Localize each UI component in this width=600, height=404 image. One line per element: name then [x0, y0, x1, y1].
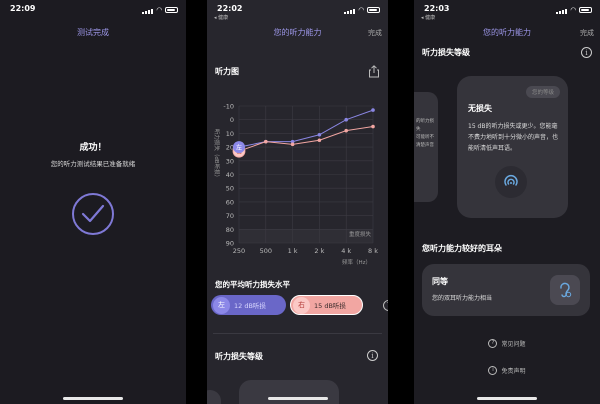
nav-title: 您的听力能力 — [483, 28, 531, 37]
phone-screen-test-complete: 22:09 ◠ 测试完成 成功！ 您的听力测试结果已准备就绪 — [0, 0, 186, 404]
x-tick-label: 250 — [233, 247, 245, 255]
phone-screen-hearing-ability: 22:02 ◂ 健康 ◠ 您的听力能力 完成 听力图 -10 0 10 20 30 40 5… — [207, 0, 388, 404]
nav-bar: 您的听力能力 完成 — [207, 22, 388, 44]
wifi-icon: ◠ — [156, 5, 162, 14]
y-axis-label: 听力损失（dB听损） — [213, 129, 221, 180]
x-tick-label: 2 k — [314, 247, 324, 255]
wifi-icon: ◠ — [570, 5, 576, 14]
disclaimer-link[interactable]: i 免责声明 — [414, 366, 600, 375]
data-point — [344, 117, 348, 122]
loss-level-card-prev[interactable]: 的听力损失 可能听不 清楚声音 — [414, 92, 438, 202]
home-indicator[interactable] — [477, 397, 537, 400]
y-tick-label: 50 — [226, 185, 234, 193]
right-ear-pill[interactable]: 右 15 dB听损 — [290, 295, 363, 315]
info-icon[interactable]: i — [367, 350, 378, 361]
better-ear-value: 同等 — [432, 277, 448, 286]
y-tick-label: 60 — [226, 198, 234, 206]
battery-icon — [367, 6, 380, 13]
success-title: 成功！ — [79, 143, 107, 153]
right-ear-value: 15 dB听损 — [314, 302, 346, 310]
loss-level-description: 15 dB的听力损失或更少。您能毫不费力地听到十分微小的声音，也能听清低声耳语。 — [468, 123, 559, 152]
home-indicator[interactable] — [267, 397, 328, 400]
data-point — [317, 132, 322, 137]
back-to-health-link[interactable]: ◂ 健康 — [214, 14, 228, 21]
help-icon[interactable]: ? — [383, 299, 388, 311]
y-tick-label: 70 — [226, 212, 234, 220]
loss-level-title: 听力损失等级 — [422, 48, 470, 57]
left-ear-pill[interactable]: 左 12 dB听损 — [211, 295, 286, 315]
series-line-right — [238, 126, 374, 152]
y-tick-label: -10 — [223, 103, 234, 111]
data-point — [317, 138, 322, 143]
left-ear-marker-label: 左 — [236, 144, 242, 152]
done-button[interactable]: 完成 — [580, 22, 594, 44]
battery-icon — [165, 6, 178, 13]
data-point — [371, 108, 375, 112]
faq-link[interactable]: ? 常见问题 — [414, 339, 600, 348]
loss-level-card-prev[interactable] — [207, 390, 221, 404]
average-loss-title: 您的平均听力损失水平 — [215, 280, 290, 289]
better-ear-title: 您听力能力较好的耳朵 — [422, 244, 502, 253]
phone-screen-loss-level: 22:03 ◂ 健康 ◠ 您的听力能力 完成 听力损失等级 i 的听力损失 可能… — [414, 0, 600, 404]
better-ear-description: 您的双耳听力能力相当 — [432, 295, 493, 302]
signal-icon — [141, 5, 154, 14]
loss-level-card[interactable] — [239, 380, 339, 404]
audiogram-title: 听力图 — [215, 67, 239, 76]
data-point — [371, 124, 375, 129]
status-time: 22:02 — [217, 4, 243, 13]
x-tick-label: 4 k — [341, 247, 351, 255]
info-icon: i — [488, 366, 498, 375]
battery-icon — [579, 6, 592, 13]
signal-icon — [343, 5, 356, 14]
success-subtitle: 您的听力测试结果已准备就绪 — [50, 160, 136, 168]
y-tick-label: 40 — [226, 171, 234, 179]
divider — [213, 333, 382, 334]
signal-icon — [555, 5, 568, 14]
status-time: 22:03 — [424, 4, 450, 13]
checkmark-icon — [72, 193, 114, 235]
nav-title: 您的听力能力 — [273, 28, 322, 37]
data-point — [290, 142, 295, 147]
loss-level-card[interactable]: 您的等级 无损失 15 dB的听力损失或更少。您能毫不费力地听到十分微小的声音，… — [457, 76, 568, 218]
share-icon[interactable] — [368, 63, 380, 82]
data-point — [344, 128, 348, 133]
back-to-health-link[interactable]: ◂ 健康 — [421, 14, 435, 21]
status-bar: 22:09 ◠ — [10, 4, 178, 18]
nav-bar: 您的听力能力 完成 — [414, 22, 600, 44]
x-tick-label: 1 k — [288, 247, 298, 255]
home-indicator[interactable] — [63, 397, 123, 400]
your-level-badge: 您的等级 — [525, 86, 560, 98]
right-ear-label: 右 — [293, 296, 310, 314]
severe-zone-label: 重度损失 — [349, 230, 372, 238]
x-tick-label: 8 k — [368, 247, 378, 255]
done-button[interactable]: 完成 — [368, 22, 382, 44]
loss-level-name: 无损失 — [468, 104, 492, 113]
series-line-left — [238, 109, 374, 148]
y-tick-label: 10 — [226, 130, 234, 138]
better-ear-card[interactable]: 同等 您的双耳听力能力相当 — [422, 264, 590, 316]
nav-bar: 测试完成 — [0, 22, 186, 44]
y-tick-label: 30 — [226, 157, 234, 165]
x-tick-label: 500 — [260, 247, 272, 255]
question-icon: ? — [488, 339, 498, 348]
status-time: 22:09 — [10, 4, 36, 13]
left-ear-value: 12 dB听损 — [234, 302, 266, 310]
wifi-icon: ◠ — [358, 5, 364, 14]
info-icon[interactable]: i — [581, 47, 592, 58]
y-tick-label: 0 — [230, 116, 234, 124]
y-tick-label: 80 — [226, 226, 234, 234]
left-ear-label: 左 — [213, 296, 230, 314]
status-bar: 22:03 ◂ 健康 ◠ — [421, 4, 592, 21]
x-axis-label: 频率（Hz） — [342, 258, 371, 266]
ear-icon — [550, 275, 580, 305]
loss-level-title: 听力损失等级 — [215, 352, 263, 361]
status-bar: 22:02 ◂ 健康 ◠ — [214, 4, 380, 21]
data-point — [264, 139, 268, 144]
average-loss-row: 左 12 dB听损 右 15 dB听损 ? — [211, 295, 388, 315]
nav-title: 测试完成 — [77, 28, 109, 37]
audiogram-chart: -100102030405060708090250 500 1 k2 k4 k8 k… — [213, 103, 378, 267]
hearing-waves-icon — [495, 166, 527, 198]
